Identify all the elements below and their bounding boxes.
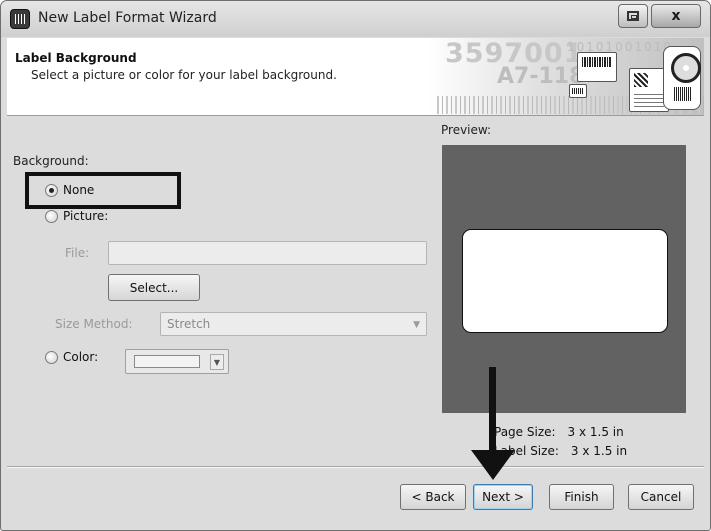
close-icon: x	[671, 8, 681, 24]
restore-window-icon	[627, 11, 639, 21]
size-method-label: Size Method:	[55, 317, 133, 331]
small-barcode-label-icon	[569, 84, 587, 98]
picture-option-label: Picture:	[63, 209, 109, 223]
page-subtitle: Select a picture or color for your label…	[31, 68, 337, 82]
wizard-window: New Label Format Wizard x Label Backgrou…	[0, 0, 711, 531]
color-option-label: Color:	[63, 350, 99, 364]
preview-canvas	[442, 145, 686, 413]
background-section-label: Background:	[13, 154, 89, 168]
background-options-panel: Background: None Picture: File: Select..…	[7, 117, 435, 464]
footer-divider	[7, 466, 704, 468]
wizard-header: Label Background Select a picture or col…	[7, 38, 704, 116]
color-picker[interactable]: ▼	[125, 349, 229, 374]
finish-button[interactable]: Finish	[549, 484, 614, 510]
title-bar[interactable]: New Label Format Wizard x	[1, 1, 710, 37]
cd-label-icon	[663, 46, 701, 110]
chevron-down-icon: ▼	[413, 320, 420, 330]
file-label: File:	[65, 246, 90, 260]
header-banner-image: 3597001 10101001010 A7-118	[427, 38, 704, 115]
window-title: New Label Format Wizard	[38, 10, 217, 26]
radio-unchecked-icon[interactable]	[45, 209, 58, 223]
file-path-input[interactable]	[108, 241, 427, 265]
color-swatch	[134, 355, 200, 368]
page-size-info: Page Size: 3 x 1.5 in	[494, 425, 624, 439]
annotation-highlight-box	[25, 172, 181, 209]
label-size-value: 3 x 1.5 in	[570, 444, 628, 458]
page-size-label: Page Size:	[494, 425, 556, 439]
background-picture-radio[interactable]: Picture:	[45, 209, 108, 223]
next-button[interactable]: Next >	[473, 484, 533, 510]
back-button[interactable]: < Back	[400, 484, 466, 510]
page-title: Label Background	[15, 51, 137, 65]
size-method-select[interactable]: Stretch ▼	[160, 312, 427, 336]
size-method-value: Stretch	[167, 317, 211, 331]
background-color-radio[interactable]: Color:	[45, 350, 98, 364]
close-button[interactable]: x	[651, 4, 701, 28]
annotation-arrow-down-icon	[471, 450, 515, 480]
radio-unchecked-icon[interactable]	[45, 350, 58, 364]
preview-label: Preview:	[441, 123, 492, 137]
page-size-value: 3 x 1.5 in	[567, 425, 624, 439]
preview-label-shape	[462, 229, 668, 333]
select-file-button[interactable]: Select...	[108, 274, 200, 301]
chevron-down-icon[interactable]: ▼	[210, 354, 224, 370]
barcode-label-icon	[577, 52, 617, 82]
restore-button[interactable]	[618, 4, 648, 28]
barcode-app-icon	[10, 9, 30, 29]
cancel-button[interactable]: Cancel	[628, 484, 694, 510]
annotation-arrow-shaft	[489, 367, 496, 452]
